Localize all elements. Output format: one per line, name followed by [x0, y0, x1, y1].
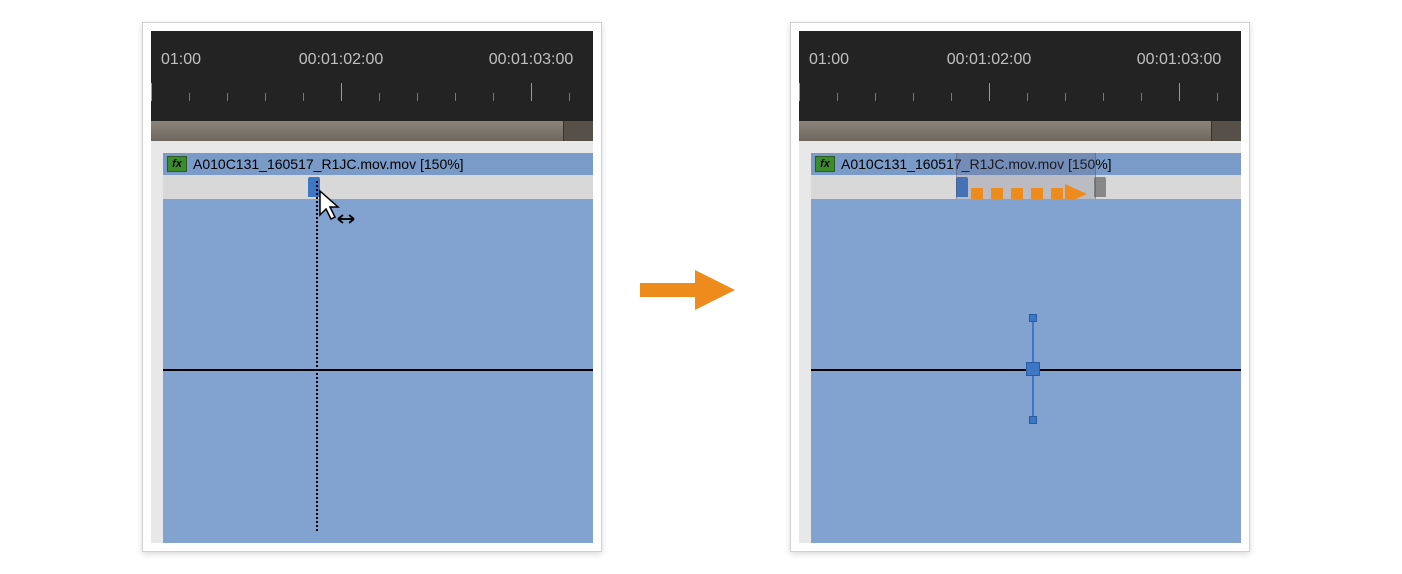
- time-ruler[interactable]: 01:00 00:01:02:00 00:01:03:00: [151, 31, 593, 121]
- work-area-bar[interactable]: [151, 121, 593, 141]
- work-area-handle[interactable]: [563, 121, 593, 141]
- speed-graph-line: [163, 369, 593, 371]
- track-area[interactable]: fx A010C131_160517_R1JC.mov.mov [150%]: [151, 141, 593, 543]
- work-area-bar[interactable]: [799, 121, 1241, 141]
- timeline-panel-after: 01:00 00:01:02:00 00:01:03:00 fx A010C13…: [790, 22, 1250, 552]
- ruler-tick-label: 01:00: [161, 51, 201, 69]
- ruler-ticks: [799, 81, 1241, 111]
- time-ruler[interactable]: 01:00 00:01:02:00 00:01:03:00: [799, 31, 1241, 121]
- ruler-tick-label: 01:00: [809, 51, 849, 69]
- clip-body[interactable]: [811, 199, 1241, 543]
- ruler-tick-label: 00:01:02:00: [299, 51, 384, 69]
- speed-keyframe-handle[interactable]: [308, 177, 320, 197]
- track-area[interactable]: fx A010C131_160517_R1JC.mov.mov [150%]: [799, 141, 1241, 543]
- timeline-panel-before: 01:00 00:01:02:00 00:01:03:00 fx A010C13…: [142, 22, 602, 552]
- ruler-tick-label: 00:01:03:00: [489, 51, 574, 69]
- fx-badge-icon[interactable]: fx: [815, 156, 835, 172]
- ruler-tick-label: 00:01:02:00: [947, 51, 1032, 69]
- clip-title: A010C131_160517_R1JC.mov.mov [150%]: [193, 156, 464, 172]
- transition-arrow-icon: [640, 265, 740, 320]
- fx-badge-icon[interactable]: fx: [167, 156, 187, 172]
- work-area-handle[interactable]: [1211, 121, 1241, 141]
- playhead-guide: [316, 181, 318, 531]
- clip-body[interactable]: [163, 199, 593, 543]
- clip-header[interactable]: fx A010C131_160517_R1JC.mov.mov [150%]: [163, 153, 593, 175]
- ruler-ticks: [151, 81, 593, 111]
- speed-handle-bar[interactable]: [163, 175, 593, 199]
- ruler-tick-label: 00:01:03:00: [1137, 51, 1222, 69]
